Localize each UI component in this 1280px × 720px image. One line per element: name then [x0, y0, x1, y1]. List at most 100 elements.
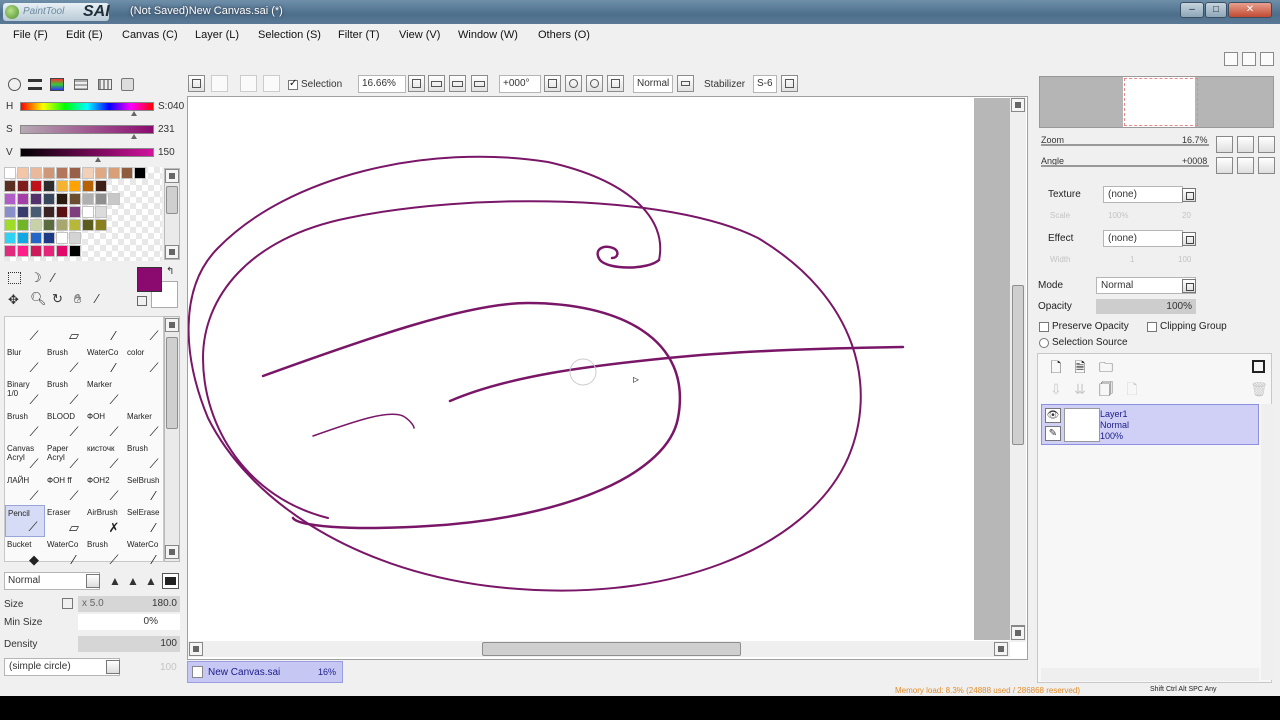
- primary-color-box[interactable]: [137, 267, 162, 292]
- tool-pencil[interactable]: Pencil ⟋: [5, 505, 45, 537]
- canvas-corner-button[interactable]: [1011, 626, 1025, 640]
- tool-waterco[interactable]: WaterCo ⁄: [85, 345, 125, 377]
- effect-dropdown-button[interactable]: [1182, 232, 1196, 246]
- hsv-slider-icon[interactable]: [50, 78, 64, 91]
- color-swatch[interactable]: [4, 180, 16, 192]
- value-slider[interactable]: V 150: [4, 146, 184, 162]
- hue-bar[interactable]: [20, 102, 154, 111]
- hue-slider[interactable]: H S:040: [4, 100, 184, 116]
- color-swatch[interactable]: [4, 232, 16, 244]
- tool-фон-ff[interactable]: ФОН ff ⟋: [45, 473, 85, 505]
- tool-brush[interactable]: Brush ⟋: [125, 441, 165, 473]
- canvas-scroll-up-button[interactable]: [1011, 98, 1025, 112]
- tool-scroll-up-button[interactable]: [165, 318, 179, 332]
- canvas-hscroll-thumb[interactable]: [482, 642, 741, 656]
- zoom-in-button[interactable]: [449, 75, 466, 92]
- color-swatch[interactable]: [82, 206, 94, 218]
- zoom-reset-button[interactable]: [471, 75, 488, 92]
- edge-soft-icon[interactable]: ▲: [145, 575, 157, 587]
- color-swatch[interactable]: [30, 167, 42, 179]
- navigator-view-rect[interactable]: [1124, 78, 1198, 126]
- nav-rotate-left-button[interactable]: [1216, 157, 1233, 174]
- canvas-vertical-scrollbar[interactable]: [1010, 97, 1026, 642]
- eyedropper-icon[interactable]: ⁄: [96, 291, 98, 306]
- menu-edit[interactable]: Edit (E): [66, 29, 103, 41]
- color-swatch[interactable]: [30, 193, 42, 205]
- tool-scrollbar[interactable]: [164, 316, 180, 562]
- color-swatch[interactable]: [69, 193, 81, 205]
- clipping-group-checkbox[interactable]: [1147, 322, 1157, 332]
- swatch-scrollbar[interactable]: [164, 168, 180, 260]
- tool-slot[interactable]: ⟋: [125, 313, 165, 345]
- color-swatch[interactable]: [56, 180, 68, 192]
- nav-zoom-slider[interactable]: [1041, 144, 1209, 146]
- scratchpad-icon[interactable]: [121, 78, 134, 91]
- color-swatch[interactable]: [17, 206, 29, 218]
- canvas-vscroll-thumb[interactable]: [1012, 285, 1024, 445]
- tool-waterco[interactable]: WaterCo ⁄: [125, 537, 165, 569]
- zoom-tool-icon[interactable]: 🔍︎: [30, 291, 47, 307]
- layer-mode-select[interactable]: Normal: [1096, 277, 1196, 294]
- brush-shape-field[interactable]: (simple circle): [4, 658, 120, 676]
- tool-brush[interactable]: Brush ⟋: [85, 537, 125, 569]
- color-swatch[interactable]: [43, 219, 55, 231]
- size-slider[interactable]: x 5.0 180.0: [78, 596, 180, 612]
- menu-others[interactable]: Others (O): [538, 29, 590, 41]
- nav-angle-slider[interactable]: [1041, 165, 1209, 167]
- color-swatch[interactable]: [69, 180, 81, 192]
- stabilizer-dropdown-button[interactable]: [781, 75, 798, 92]
- nav-zoom-fit-button[interactable]: [1258, 136, 1275, 153]
- nav-rotate-reset-button[interactable]: [1258, 157, 1275, 174]
- color-swatch[interactable]: [108, 167, 120, 179]
- minimize-button[interactable]: –: [1180, 2, 1204, 18]
- color-swatch[interactable]: [4, 219, 16, 231]
- color-swatch[interactable]: [17, 193, 29, 205]
- new-folder-icon[interactable]: 🗀︎: [1097, 358, 1115, 376]
- color-swatch[interactable]: [121, 167, 133, 179]
- tool-selbrush[interactable]: SelBrush ⁄: [125, 473, 165, 505]
- swatch-scroll-thumb[interactable]: [166, 186, 178, 214]
- swatch-icon[interactable]: [98, 79, 112, 90]
- tool-кисточк[interactable]: кисточк ⟋: [85, 441, 125, 473]
- zoom-field[interactable]: 16.66%: [358, 75, 406, 93]
- color-swatch[interactable]: [17, 180, 29, 192]
- nav-zoom-out-button[interactable]: [1216, 136, 1233, 153]
- tool-brush[interactable]: Brush ⟋: [45, 345, 85, 377]
- mdi-minimize-button[interactable]: [1224, 52, 1238, 66]
- color-swatch[interactable]: [69, 206, 81, 218]
- size-multiplier[interactable]: x 5.0: [82, 596, 104, 612]
- color-swatch[interactable]: [30, 219, 42, 231]
- swatch-scroll-up-button[interactable]: [165, 169, 179, 183]
- tool-canvas-acryl[interactable]: Canvas Acryl ⟋: [5, 441, 45, 473]
- tool-scroll-down-button[interactable]: [165, 545, 179, 559]
- color-swatch[interactable]: [17, 219, 29, 231]
- saturation-bar[interactable]: [20, 125, 154, 134]
- transparent-color-icon[interactable]: [137, 296, 147, 306]
- tool-slot[interactable]: ▱: [45, 313, 85, 345]
- color-swatch[interactable]: [4, 245, 16, 257]
- saturation-knob[interactable]: [131, 134, 137, 139]
- blend-mode-field[interactable]: Normal: [633, 75, 673, 93]
- layer-row[interactable]: 👁︎ ✎ Layer1 Normal 100%: [1041, 404, 1259, 445]
- tool-лайн[interactable]: ЛАЙН ⟋: [5, 473, 45, 505]
- color-swatch[interactable]: [82, 180, 94, 192]
- color-swatch[interactable]: [82, 219, 94, 231]
- menu-window[interactable]: Window (W): [458, 29, 518, 41]
- tool-blood[interactable]: BLOOD ⟋: [45, 409, 85, 441]
- angle-field[interactable]: +000°: [499, 75, 541, 93]
- tool-brush[interactable]: Brush ⟋: [5, 409, 45, 441]
- menu-view[interactable]: View (V): [399, 29, 440, 41]
- saturation-slider[interactable]: S 231: [4, 123, 184, 139]
- selection-checkbox[interactable]: [288, 78, 298, 90]
- color-swatch[interactable]: [134, 167, 146, 179]
- maximize-button[interactable]: □: [1205, 2, 1227, 18]
- canvas-horizontal-scrollbar[interactable]: [188, 641, 1010, 657]
- color-swatch[interactable]: [69, 167, 81, 179]
- delete-layer-icon[interactable]: [1252, 360, 1265, 373]
- color-swatch[interactable]: [4, 206, 16, 218]
- menu-file[interactable]: File (F): [13, 29, 48, 41]
- value-knob[interactable]: [95, 157, 101, 162]
- tool-eraser[interactable]: Eraser ▱: [45, 505, 85, 537]
- mixer-icon[interactable]: [74, 79, 88, 90]
- color-swatch[interactable]: [95, 206, 107, 218]
